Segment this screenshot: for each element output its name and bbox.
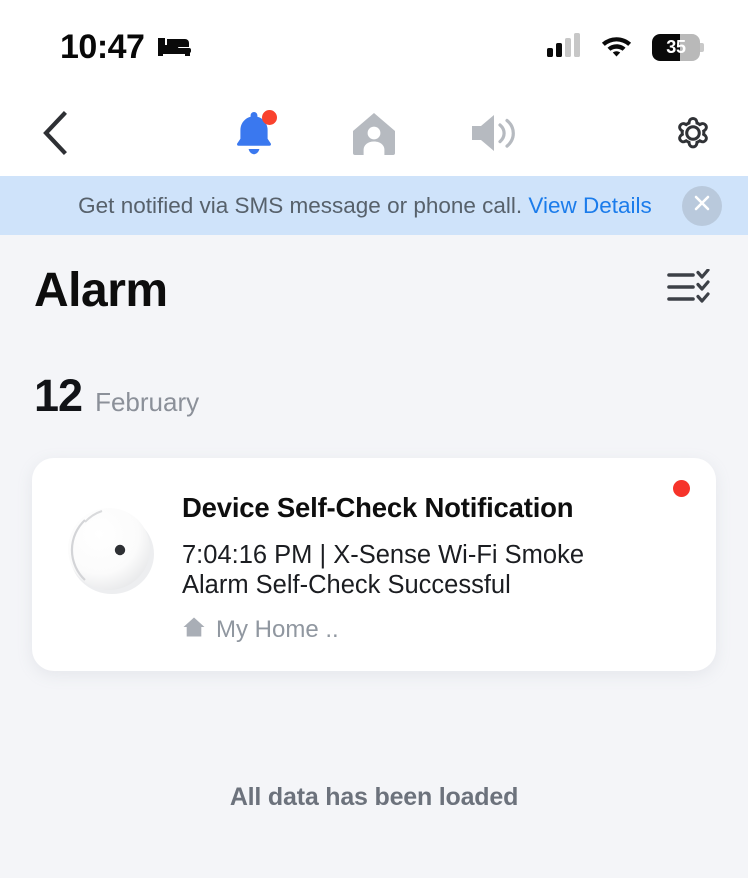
page-header: Alarm <box>0 235 748 345</box>
nav-item-family[interactable] <box>345 106 403 164</box>
notification-description: 7:04:16 PM | X-Sense Wi-Fi Smoke Alarm S… <box>182 541 585 600</box>
date-day: 12 <box>34 370 83 421</box>
status-bar-left: 10:47 <box>60 28 192 67</box>
battery-tip <box>700 42 704 52</box>
notification-location-label: My Home .. <box>216 615 339 643</box>
wifi-icon <box>600 33 633 62</box>
banner-close-button[interactable] <box>682 185 722 226</box>
settings-button[interactable] <box>666 110 720 161</box>
notification-title: Device Self-Check Notification <box>182 492 574 523</box>
filter-button[interactable] <box>662 263 716 317</box>
status-bar-time: 10:47 <box>60 27 145 66</box>
chevron-left-icon <box>41 110 69 160</box>
app-screen: 10:47 35 Get notified via SMS message or… <box>0 0 748 878</box>
smoke-detector-icon <box>62 502 158 598</box>
nav-icon-group <box>82 106 666 164</box>
sms-notification-banner: Get notified via SMS message or phone ca… <box>0 176 748 235</box>
home-person-icon <box>350 109 398 162</box>
cellular-signal-icon <box>547 32 581 62</box>
bed-icon <box>158 33 192 62</box>
navigation-bar <box>0 94 748 176</box>
back-button[interactable] <box>28 110 82 160</box>
notification-badge-dot <box>262 110 277 125</box>
end-of-list-message: All data has been loaded <box>229 783 519 811</box>
banner-message: Get notified via SMS message or phone ca… <box>0 193 682 219</box>
date-group-header: 12 February <box>34 370 199 422</box>
date-month: February <box>95 387 200 417</box>
unread-indicator-dot <box>673 480 690 497</box>
battery-icon: 35 <box>652 33 704 61</box>
nav-item-sound[interactable] <box>465 106 523 164</box>
banner-message-text: Get notified via SMS message or phone ca… <box>78 192 523 218</box>
home-icon <box>182 615 206 644</box>
speaker-icon <box>468 111 520 160</box>
battery-level-label: 35 <box>666 36 686 57</box>
view-details-link[interactable]: View Details <box>528 193 651 218</box>
status-bar: 10:47 35 <box>0 0 748 94</box>
status-bar-right: 35 <box>547 32 704 62</box>
page-title: Alarm <box>34 263 168 317</box>
nav-item-alarm[interactable] <box>225 106 283 164</box>
close-icon <box>692 193 712 218</box>
notification-list: Device Self-Check Notification 7:04:16 P… <box>32 458 716 671</box>
gear-icon <box>670 110 716 161</box>
filter-checklist-icon <box>667 267 711 312</box>
notification-card[interactable]: Device Self-Check Notification 7:04:16 P… <box>32 458 716 671</box>
notification-content: Device Self-Check Notification 7:04:16 P… <box>182 486 686 645</box>
notification-location: My Home .. <box>182 615 656 644</box>
